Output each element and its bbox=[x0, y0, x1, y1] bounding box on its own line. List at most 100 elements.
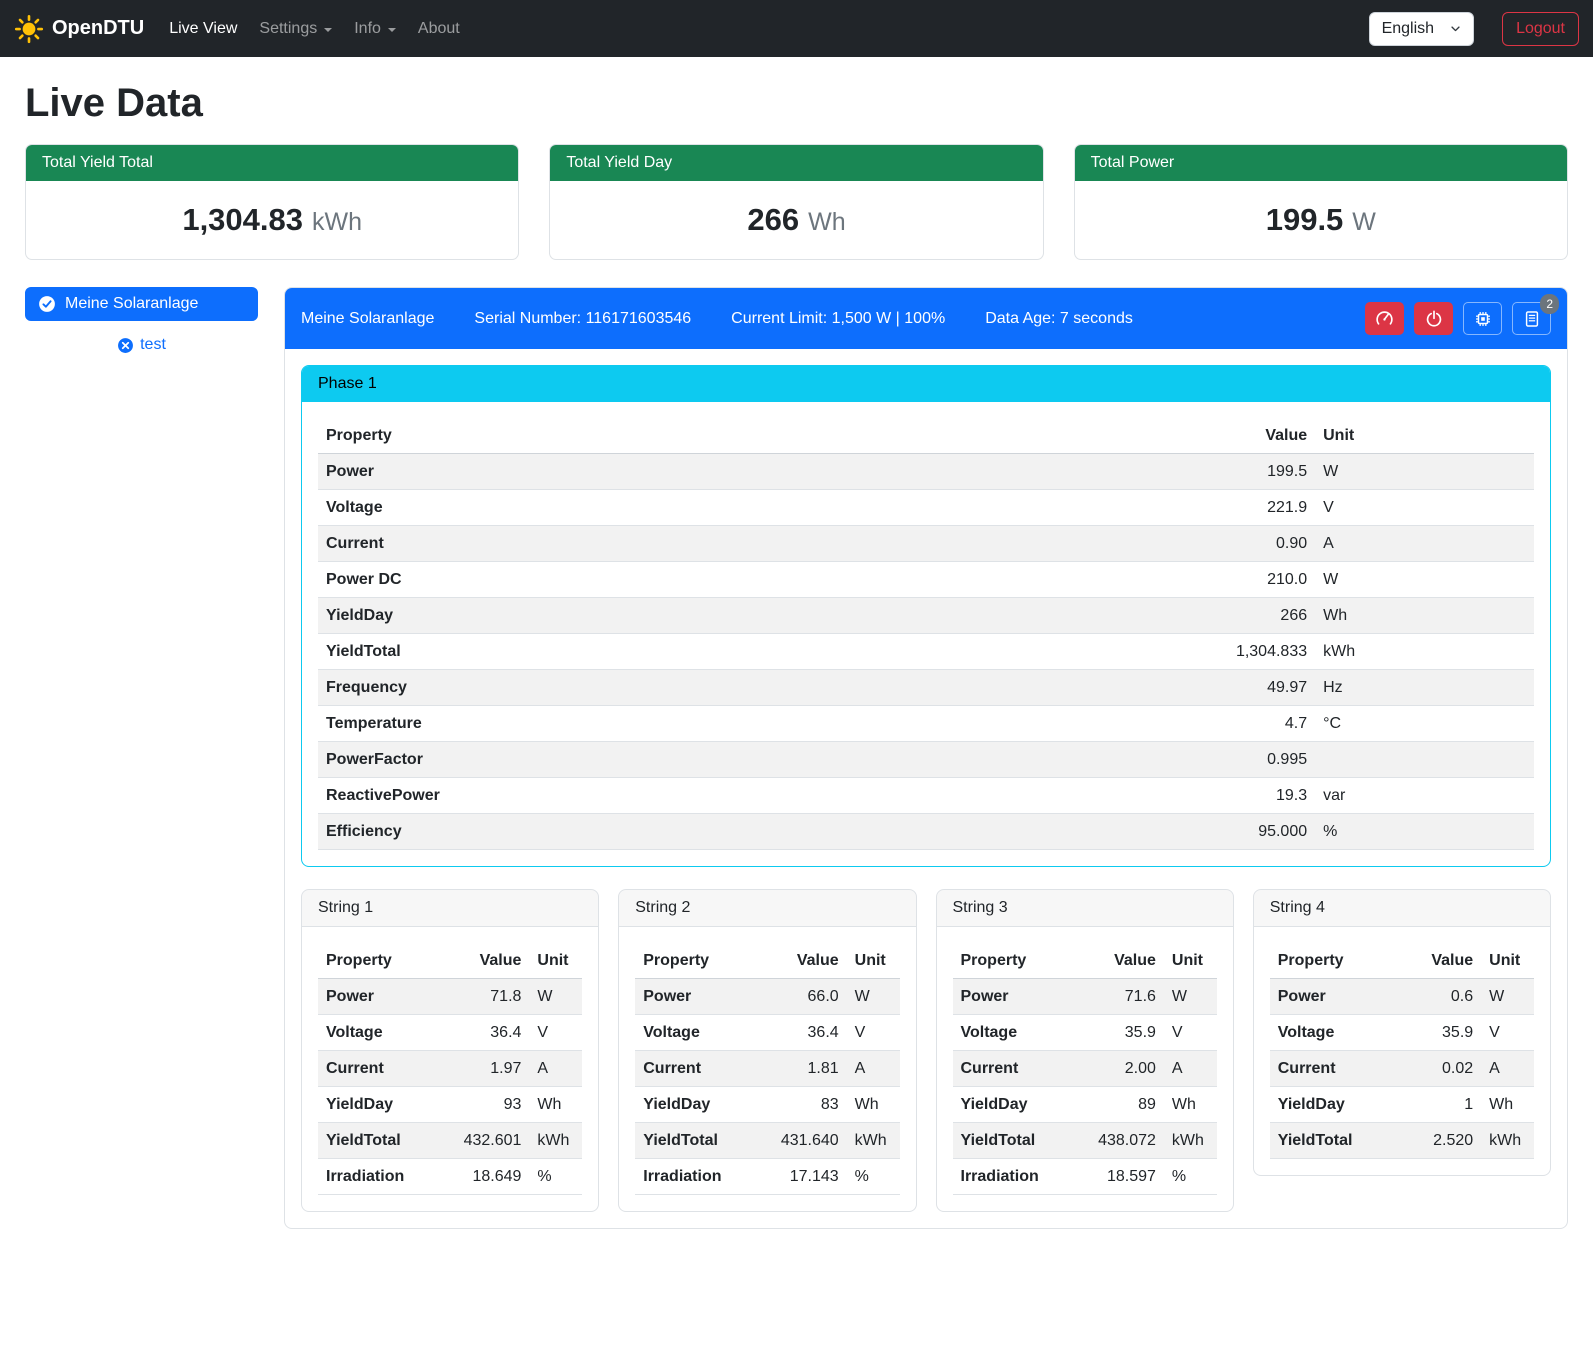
cell-unit: Wh bbox=[1164, 1087, 1217, 1123]
cell-value: 35.9 bbox=[1074, 1015, 1164, 1051]
cell-value: 4.7 bbox=[1145, 706, 1315, 742]
col-property: Property bbox=[953, 943, 1075, 979]
table-row: YieldDay83Wh bbox=[635, 1087, 899, 1123]
event-count-badge: 2 bbox=[1540, 294, 1559, 314]
cell-property: YieldDay bbox=[1270, 1087, 1392, 1123]
cell-value: 35.9 bbox=[1391, 1015, 1481, 1051]
test-link[interactable]: test bbox=[140, 336, 166, 354]
table-row: Irradiation18.597% bbox=[953, 1159, 1217, 1195]
logout-button[interactable]: Logout bbox=[1502, 12, 1579, 46]
cell-property: Power bbox=[318, 979, 440, 1015]
cell-unit: kWh bbox=[1481, 1123, 1534, 1159]
brand-link[interactable]: OpenDTU bbox=[14, 14, 144, 44]
nav-settings-label: Settings bbox=[259, 20, 317, 38]
cell-value: 1,304.833 bbox=[1145, 634, 1315, 670]
table-row: Voltage35.9V bbox=[953, 1015, 1217, 1051]
cell-property: Frequency bbox=[318, 670, 1145, 706]
cpu-icon bbox=[1474, 310, 1492, 328]
nav-live-view[interactable]: Live View bbox=[158, 12, 248, 46]
cell-unit: Wh bbox=[1315, 598, 1534, 634]
cell-unit: V bbox=[847, 1015, 900, 1051]
cell-value: 2.520 bbox=[1391, 1123, 1481, 1159]
total-power-card: Total Power 199.5 W bbox=[1074, 144, 1568, 260]
language-value: English bbox=[1382, 20, 1434, 38]
strings-row: String 1 Property Value Unit bbox=[301, 889, 1551, 1212]
table-row: Irradiation17.143% bbox=[635, 1159, 899, 1195]
cell-unit: A bbox=[847, 1051, 900, 1087]
cell-value: 221.9 bbox=[1145, 490, 1315, 526]
table-row: Current0.90A bbox=[318, 526, 1534, 562]
cell-property: Current bbox=[953, 1051, 1075, 1087]
cell-unit: % bbox=[1164, 1159, 1217, 1195]
x-circle-icon[interactable] bbox=[117, 337, 134, 354]
limit-settings-button[interactable] bbox=[1365, 302, 1404, 335]
col-value: Value bbox=[1391, 943, 1481, 979]
current-limit: Current Limit: 1,500 W | 100% bbox=[731, 310, 945, 328]
table-row: YieldTotal438.072kWh bbox=[953, 1123, 1217, 1159]
string-card-1: String 1 Property Value Unit bbox=[301, 889, 599, 1212]
cell-property: YieldTotal bbox=[953, 1123, 1075, 1159]
col-value: Value bbox=[1145, 418, 1315, 454]
cell-value: 36.4 bbox=[757, 1015, 847, 1051]
table-row: Efficiency95.000% bbox=[318, 814, 1534, 850]
cell-property: Voltage bbox=[1270, 1015, 1392, 1051]
cell-value: 1.97 bbox=[440, 1051, 530, 1087]
cell-value: 2.00 bbox=[1074, 1051, 1164, 1087]
language-select[interactable]: English bbox=[1369, 12, 1474, 46]
total-yield-total-card: Total Yield Total 1,304.83 kWh bbox=[25, 144, 519, 260]
page-content: Live Data Total Yield Total 1,304.83 kWh… bbox=[0, 57, 1593, 1253]
string-table: Property Value Unit Power71.6W Voltage35… bbox=[953, 943, 1217, 1195]
table-row: YieldDay1Wh bbox=[1270, 1087, 1534, 1123]
cell-property: ReactivePower bbox=[318, 778, 1145, 814]
cell-value: 89 bbox=[1074, 1087, 1164, 1123]
nav-info-label: Info bbox=[354, 20, 381, 38]
cell-value: 438.072 bbox=[1074, 1123, 1164, 1159]
chevron-down-icon bbox=[324, 28, 332, 32]
cell-unit: % bbox=[1315, 814, 1534, 850]
cell-unit: A bbox=[1164, 1051, 1217, 1087]
cell-unit: Wh bbox=[1481, 1087, 1534, 1123]
cell-property: Irradiation bbox=[318, 1159, 440, 1195]
cell-value: 199.5 bbox=[1145, 454, 1315, 490]
table-row: Irradiation18.649% bbox=[318, 1159, 582, 1195]
cell-unit: W bbox=[529, 979, 582, 1015]
cell-property: PowerFactor bbox=[318, 742, 1145, 778]
col-unit: Unit bbox=[1164, 943, 1217, 979]
string-card-title: String 1 bbox=[302, 890, 598, 927]
table-row: Temperature4.7°C bbox=[318, 706, 1534, 742]
cell-value: 71.6 bbox=[1074, 979, 1164, 1015]
nav-info[interactable]: Info bbox=[343, 12, 407, 46]
cell-unit: W bbox=[1315, 454, 1534, 490]
event-log-button[interactable]: 2 bbox=[1512, 302, 1551, 335]
serial-number: Serial Number: 116171603546 bbox=[474, 310, 691, 328]
nav-settings[interactable]: Settings bbox=[248, 12, 343, 46]
inverter-select-button[interactable]: Meine Solaranlage bbox=[25, 287, 258, 321]
string-card-4: String 4 Property Value Unit bbox=[1253, 889, 1551, 1176]
cell-unit: A bbox=[1481, 1051, 1534, 1087]
inverter-sidebar: Meine Solaranlage test bbox=[25, 287, 258, 354]
power-toggle-button[interactable] bbox=[1414, 302, 1453, 335]
cell-property: YieldTotal bbox=[318, 634, 1145, 670]
table-row: Power0.6W bbox=[1270, 979, 1534, 1015]
cell-unit: V bbox=[529, 1015, 582, 1051]
chevron-down-icon bbox=[1450, 23, 1461, 34]
cell-property: Voltage bbox=[318, 1015, 440, 1051]
table-row: Power71.8W bbox=[318, 979, 582, 1015]
check-circle-icon bbox=[38, 295, 56, 313]
cell-unit: V bbox=[1481, 1015, 1534, 1051]
cell-unit: W bbox=[1481, 979, 1534, 1015]
table-row: YieldDay93Wh bbox=[318, 1087, 582, 1123]
inverter-name: Meine Solaranlage bbox=[301, 310, 434, 328]
table-row: ReactivePower19.3var bbox=[318, 778, 1534, 814]
table-row: YieldTotal432.601kWh bbox=[318, 1123, 582, 1159]
cell-property: YieldDay bbox=[635, 1087, 757, 1123]
cell-unit: W bbox=[847, 979, 900, 1015]
cell-property: Power bbox=[953, 979, 1075, 1015]
table-row: YieldDay89Wh bbox=[953, 1087, 1217, 1123]
card-value: 1,304.83 bbox=[182, 202, 303, 238]
cell-property: YieldDay bbox=[318, 1087, 440, 1123]
device-info-button[interactable] bbox=[1463, 302, 1502, 335]
cell-property: YieldTotal bbox=[635, 1123, 757, 1159]
page-title: Live Data bbox=[25, 81, 1568, 126]
nav-about[interactable]: About bbox=[407, 12, 471, 46]
